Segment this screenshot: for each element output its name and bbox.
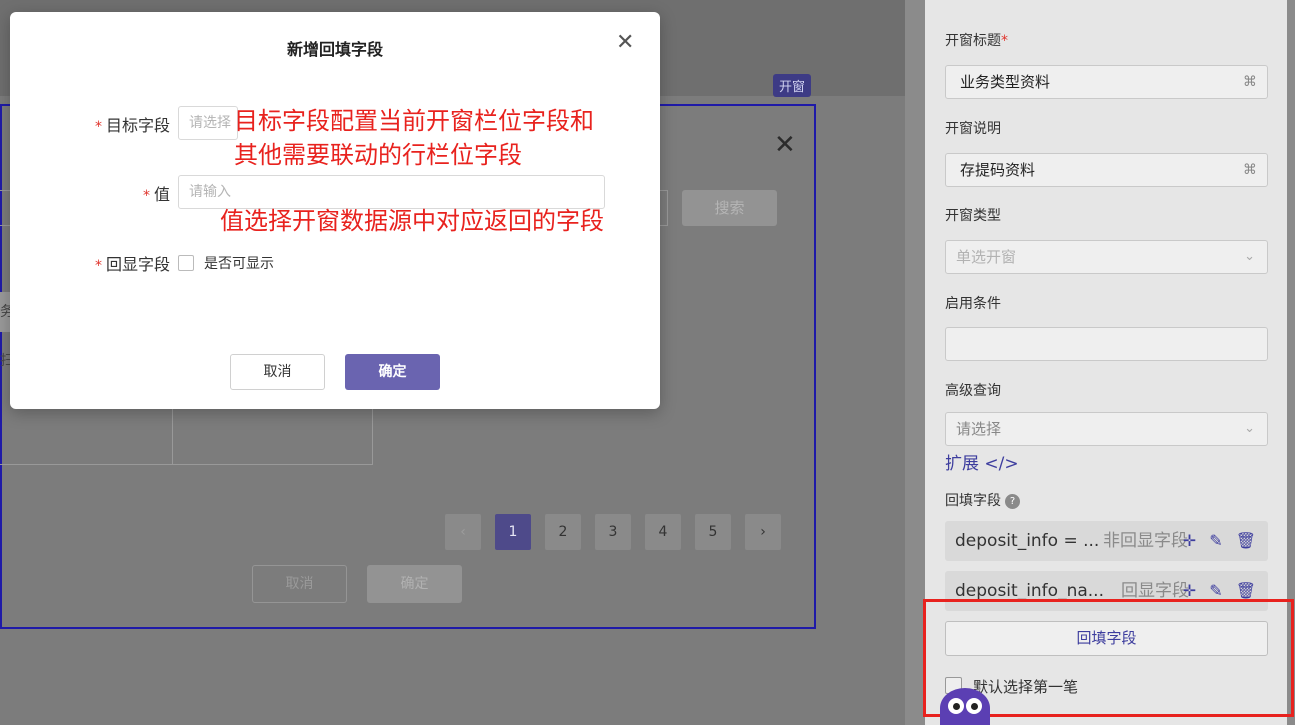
- page-2-button[interactable]: 2: [545, 514, 581, 550]
- window-title-input[interactable]: 业务类型资料 ⌘: [945, 65, 1268, 99]
- expand-code-link[interactable]: 扩展 </>: [945, 449, 1019, 474]
- owl-eye: [966, 698, 982, 714]
- display-field-label: * 回显字段: [10, 251, 170, 275]
- page-4-button[interactable]: 4: [645, 514, 681, 550]
- target-field-label-text: 目标字段: [105, 116, 170, 135]
- chevron-down-icon: ⌄: [1244, 421, 1255, 436]
- display-checkbox-label: 是否可显示: [204, 256, 274, 272]
- required-mark: *: [94, 119, 102, 135]
- window-title-value: 业务类型资料: [960, 73, 1051, 91]
- enable-condition-input[interactable]: [945, 327, 1268, 361]
- cancel-button[interactable]: 取消: [230, 354, 325, 390]
- translate-icon[interactable]: ⌘: [1243, 154, 1257, 186]
- window-type-select[interactable]: 单选开窗 ⌄: [945, 240, 1268, 274]
- annotation-value: 值选择开窗数据源中对应返回的字段: [220, 207, 604, 235]
- backfill-field-label: 回填字段?: [945, 490, 1020, 510]
- window-title-label: 开窗标题*: [945, 30, 1008, 50]
- pagination: ‹ 1 2 3 4 5 ›: [445, 514, 781, 550]
- assistant-owl-icon[interactable]: [940, 688, 990, 725]
- translate-icon[interactable]: ⌘: [1243, 66, 1257, 98]
- preview-window-tag[interactable]: 开窗: [773, 74, 812, 97]
- rule-kind: 非回显字段: [1103, 531, 1188, 551]
- rule-name: deposit_info = ...: [955, 531, 1100, 551]
- owl-eye: [948, 698, 964, 714]
- enable-condition-label: 启用条件: [945, 296, 1001, 312]
- advanced-query-placeholder: 请选择: [956, 420, 1002, 438]
- required-mark: *: [142, 188, 150, 204]
- window-desc-input[interactable]: 存提码资料 ⌘: [945, 153, 1268, 187]
- value-label-text: 值: [153, 185, 170, 204]
- preview-close-icon[interactable]: ✕: [774, 132, 796, 158]
- next-page-button[interactable]: ›: [745, 514, 781, 550]
- backfill-rule-row[interactable]: deposit_info = ... 非回显字段 ✛ ✎ 🗑: [945, 521, 1268, 561]
- window-type-value: 单选开窗: [956, 248, 1017, 266]
- page-3-button[interactable]: 3: [595, 514, 631, 550]
- value-label: * 值: [10, 181, 170, 205]
- window-title-label-text: 开窗标题: [945, 33, 1001, 49]
- preview-table: [0, 405, 373, 465]
- window-desc-value: 存提码资料: [960, 161, 1036, 179]
- dialog-title: 新增回填字段: [286, 40, 383, 59]
- advanced-query-label: 高级查询: [945, 383, 1001, 399]
- window-type-label: 开窗类型: [945, 208, 1001, 224]
- required-mark: *: [1001, 33, 1008, 49]
- rule-actions-icons[interactable]: ✛ ✎ 🗑: [1183, 521, 1260, 561]
- target-field-label: * 目标字段: [10, 112, 170, 136]
- annotation-target-field-2: 其他需要联动的行栏位字段: [234, 141, 522, 169]
- backfill-label-text: 回填字段: [945, 493, 1001, 509]
- window-desc-label: 开窗说明: [945, 121, 1001, 137]
- prev-page-button[interactable]: ‹: [445, 514, 481, 550]
- display-field-label-text: 回显字段: [105, 255, 170, 274]
- advanced-query-select[interactable]: 请选择 ⌄: [945, 412, 1268, 446]
- page-5-button[interactable]: 5: [695, 514, 731, 550]
- help-icon[interactable]: ?: [1005, 494, 1020, 509]
- display-checkbox[interactable]: [178, 255, 194, 271]
- preview-confirm-button[interactable]: 确定: [367, 565, 462, 603]
- close-icon[interactable]: ✕: [616, 32, 634, 54]
- target-field-select[interactable]: 请选择: [178, 106, 238, 140]
- annotation-target-field-1: 目标字段配置当前开窗栏位字段和: [234, 107, 594, 135]
- chevron-down-icon: ⌄: [1244, 249, 1255, 264]
- page-1-button[interactable]: 1: [495, 514, 531, 550]
- preview-search-button[interactable]: 搜索: [682, 190, 777, 226]
- table-cell-divider: [172, 405, 173, 465]
- confirm-button[interactable]: 确定: [345, 354, 440, 390]
- required-mark: *: [94, 258, 102, 274]
- preview-cancel-button[interactable]: 取消: [252, 565, 347, 603]
